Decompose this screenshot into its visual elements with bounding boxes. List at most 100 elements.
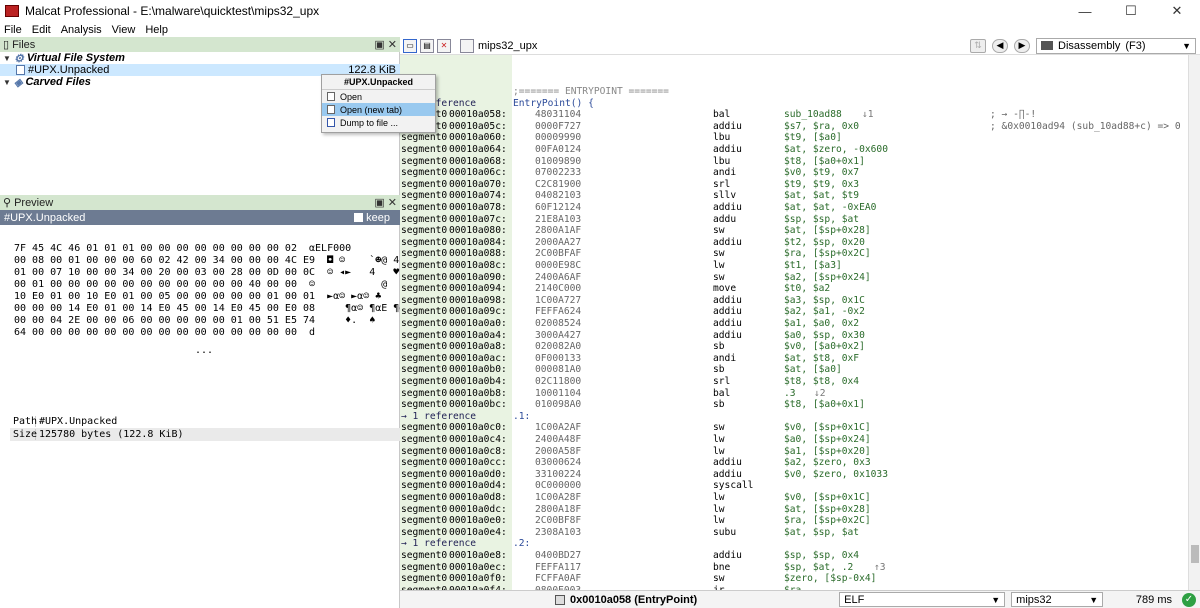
- file-tab-icon: [460, 38, 474, 53]
- block-label: .1:: [513, 410, 531, 422]
- operands: $sp, $sp, $at: [784, 213, 860, 225]
- files-panel-close-icon[interactable]: ✕: [388, 38, 397, 51]
- mnemonic: addiu: [713, 457, 742, 469]
- chevron-down-icon: ▼: [991, 594, 1001, 605]
- segment-name: segment0: [401, 294, 448, 306]
- file-tab[interactable]: mips32_upx: [457, 38, 537, 53]
- instruction-line: segment0 00010a0ec: FEFFA117 bne $sp, $at, .…: [400, 562, 1188, 574]
- instruction-bytes: 2000A58F: [535, 445, 582, 457]
- instruction-line: segment0 00010a09c: FEFFA624 addiu $a2, $a1,…: [400, 306, 1188, 318]
- instruction-bytes: 020082A0: [535, 341, 582, 353]
- minimize-button[interactable]: —: [1062, 0, 1108, 22]
- operands: $v0, [$a0+0x2]: [784, 341, 865, 353]
- keep-checkbox[interactable]: [354, 213, 364, 222]
- instruction-line: segment0 00010a090: 2400A6AF sw $a2, [$sp+0x…: [400, 272, 1188, 284]
- preview-panel-float-icon[interactable]: ▣: [374, 196, 384, 209]
- instruction-bytes: 2400A6AF: [535, 271, 582, 283]
- forward-icon[interactable]: ▶: [1014, 38, 1030, 53]
- instruction-bytes: 2C00BFAF: [535, 248, 582, 260]
- instruction-line: segment0 00010a0a0: 02008524 addiu $a1, $a0,…: [400, 318, 1188, 330]
- instruction-bytes: 02C11800: [535, 376, 582, 387]
- vertical-scrollbar[interactable]: [1188, 55, 1200, 590]
- view-icon: [1041, 41, 1053, 50]
- instruction-line: segment0 00010a078: 60F12124 addiu $at, $at,…: [400, 202, 1188, 214]
- preview-panel-close-icon[interactable]: ✕: [388, 196, 397, 209]
- segment-name: segment0: [401, 445, 448, 457]
- collapse-arrow-icon[interactable]: ▼: [3, 54, 12, 63]
- title-bar: Malcat Professional - E:\malware\quickte…: [0, 0, 1200, 22]
- mnemonic: lw: [713, 445, 725, 457]
- context-menu-header: #UPX.Unpacked: [322, 75, 435, 90]
- context-open[interactable]: Open: [322, 90, 435, 103]
- instruction-line: segment0 00010a0ac: 0F000133 andi $at, $t8, …: [400, 353, 1188, 365]
- instruction-bytes: 2000AA27: [535, 236, 582, 248]
- mnemonic: lbu: [713, 155, 731, 167]
- instruction-line: segment0 00010a06c: 07002233 andi $v0, $t9, …: [400, 167, 1188, 179]
- location-icon: [555, 594, 565, 605]
- menu-file[interactable]: File: [0, 24, 28, 36]
- toolbar: ▭ ▤ ✕ mips32_upx ⇅ ◀ ▶ Disassembly (F3) …: [400, 37, 1200, 55]
- menu-edit[interactable]: Edit: [28, 24, 57, 36]
- status-address-text: 0x0010a058 (EntryPoint): [570, 593, 698, 606]
- files-panel-float-icon[interactable]: ▣: [374, 38, 384, 51]
- operands: $a1, $a0, 0x2: [784, 318, 860, 329]
- instruction-line: segment0 00010a07c: 21E8A103 addu $sp, $sp, …: [400, 214, 1188, 226]
- hex-line: 01 00 07 10 00 00 34 00 20 00 03 00 28 0…: [14, 267, 436, 278]
- instruction-line: segment0 00010a064: 00FA0124 addiu $at, $zer…: [400, 144, 1188, 156]
- segment-name: segment0: [401, 271, 448, 283]
- maximize-button[interactable]: ☐: [1108, 0, 1154, 22]
- mnemonic: move: [713, 283, 737, 295]
- instruction-address: 00010a090:: [449, 271, 507, 283]
- segment-name: segment0: [401, 352, 448, 364]
- comment: ; → -∏-!: [990, 109, 1037, 121]
- vfs-label: Virtual File System: [26, 52, 125, 64]
- reference-count: → 1 reference: [401, 538, 477, 550]
- context-open-new-tab[interactable]: Open (new tab): [322, 103, 435, 116]
- close-file-icon[interactable]: ✕: [437, 38, 451, 53]
- format-selector[interactable]: ELF ▼: [839, 592, 1006, 607]
- operands: $t8, [$a0+0x1]: [784, 155, 865, 167]
- disassembly-view[interactable]: ;======= ENTRYPOINT ======= → 1 reference…: [400, 55, 1188, 590]
- operands: $a2, $zero, 0x3: [784, 457, 871, 469]
- instruction-bytes: 07002233: [535, 167, 582, 179]
- instruction-line: segment0 00010a0d4: 0C000000 syscall: [400, 480, 1188, 492]
- menu-view[interactable]: View: [108, 24, 142, 36]
- instruction-line: segment0 00010a0e8: 0400BD27 addiu $sp, $sp,…: [400, 550, 1188, 562]
- context-dump-to-file[interactable]: Dump to file ...: [322, 116, 435, 129]
- segment-name: segment0: [401, 492, 448, 503]
- operands: $a0, [$sp+0x24]: [784, 434, 871, 445]
- segment-name: segment0: [401, 236, 448, 248]
- mnemonic: bal: [713, 387, 731, 399]
- menu-analysis[interactable]: Analysis: [57, 24, 108, 36]
- mnemonic: addiu: [713, 318, 742, 329]
- operands: $at, $at, -0xEA0: [784, 202, 877, 213]
- back-icon[interactable]: ◀: [992, 38, 1008, 53]
- mnemonic: sw: [713, 248, 725, 260]
- hex-line: 10 E0 01 00 10 E0 01 00 05 00 00 00 00 0…: [14, 291, 442, 302]
- close-button[interactable]: ✕: [1154, 0, 1200, 22]
- operands: sub_10ad88: [784, 109, 842, 121]
- view-selector[interactable]: Disassembly (F3) ▼: [1036, 37, 1196, 54]
- collapse-arrow-icon[interactable]: ▼: [3, 78, 12, 87]
- toggle-panel-icon[interactable]: ▭: [403, 38, 417, 53]
- open-file-icon[interactable]: ▤: [420, 38, 434, 53]
- xref-marker: ↓2: [814, 387, 826, 399]
- sync-icon[interactable]: ⇅: [970, 38, 986, 53]
- dump-icon: [327, 118, 335, 127]
- arch-selector[interactable]: mips32 ▼: [1011, 592, 1104, 607]
- instruction-bytes: 03000624: [535, 457, 582, 469]
- status-bar: 0x0010a058 (EntryPoint) ELF ▼ mips32 ▼ 7…: [400, 590, 1200, 608]
- context-item-label: Open: [340, 91, 363, 102]
- scrollbar-thumb[interactable]: [1191, 545, 1199, 563]
- mnemonic: addiu: [713, 120, 742, 132]
- tree-item-label: #UPX.Unpacked: [28, 64, 110, 76]
- menu-help[interactable]: Help: [141, 24, 174, 36]
- operands: $a1, [$sp+0x20]: [784, 445, 871, 457]
- arch-value: mips32: [1016, 593, 1052, 606]
- mnemonic: addiu: [713, 550, 742, 561]
- instruction-line: segment0 00010a0e0: 2C00BF8F lw $ra, [$sp+0x…: [400, 515, 1188, 527]
- instruction-bytes: 00FA0124: [535, 144, 582, 155]
- tree-vfs[interactable]: ▼ ⚙ Virtual File System: [0, 52, 400, 65]
- mnemonic: srl: [713, 376, 731, 387]
- instruction-address: 00010a070:: [449, 178, 507, 190]
